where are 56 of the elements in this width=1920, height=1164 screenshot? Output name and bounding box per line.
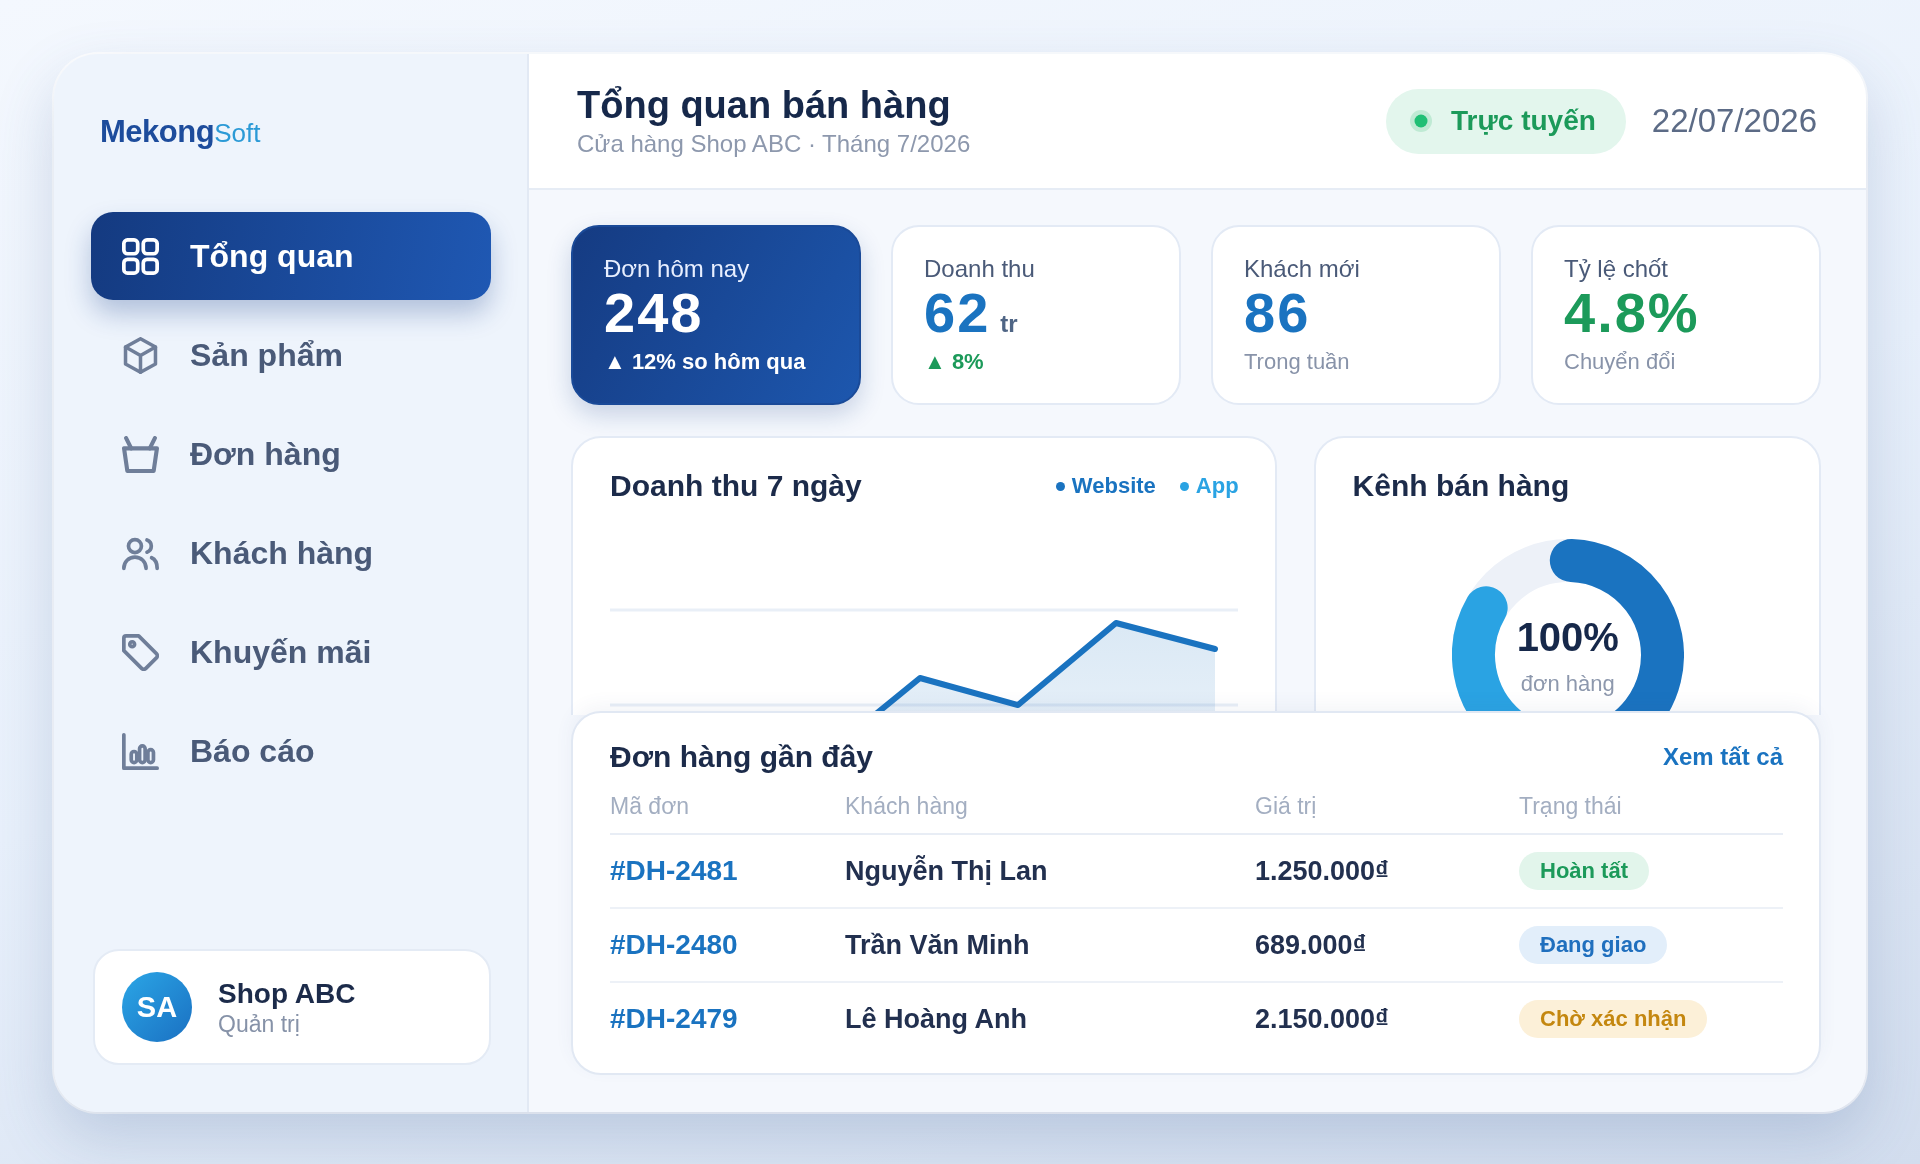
stat-label: Đơn hôm nay: [604, 255, 750, 283]
stat-value: 248: [604, 284, 704, 342]
status-label: Trực tuyến: [1451, 105, 1596, 137]
stat-label: Khách mới: [1244, 255, 1360, 283]
column-header: Trạng thái: [1519, 793, 1622, 819]
table-cell: Trần Văn Minh: [845, 929, 1030, 960]
order-link[interactable]: #DH-2481: [610, 855, 738, 886]
stat-unit: tr: [1000, 310, 1018, 338]
column-header: Khách hàng: [845, 793, 968, 819]
profile-name: Shop ABC: [218, 976, 356, 1010]
column-header: Mã đơn: [610, 793, 689, 819]
brand-logo: MekongSoft: [100, 114, 261, 151]
grid-icon: [122, 237, 159, 275]
bar-chart-icon: [122, 732, 159, 770]
stat-note: Chuyển đổi: [1564, 349, 1676, 375]
status-badge: Hoàn tất: [1519, 852, 1649, 890]
chart-title: Doanh thu 7 ngày: [610, 469, 862, 503]
date-label: 22/07/2026: [1651, 102, 1817, 140]
stat-note: Trong tuần: [1244, 349, 1350, 375]
table-cell: Nguyễn Thị Lan: [845, 855, 1048, 886]
page-title: Tổng quan bán hàng: [577, 83, 951, 127]
profile-role: Quản trị: [218, 1009, 300, 1038]
table-cell: 2.150.000₫: [1255, 1003, 1389, 1034]
stat-label: Doanh thu: [924, 255, 1035, 283]
avatar: SA: [122, 972, 192, 1042]
nav-item[interactable]: Tổng quan: [91, 212, 491, 300]
order-link[interactable]: #DH-2479: [610, 1003, 738, 1034]
donut-value: 100%: [1516, 613, 1619, 660]
legend-label: Website: [1071, 473, 1156, 499]
tag-icon: [122, 633, 159, 671]
donut-label: đơn hàng: [1520, 670, 1615, 697]
table-cell: 1.250.000₫: [1255, 855, 1389, 886]
nav-item[interactable]: Khuyến mãi: [91, 608, 491, 696]
order-link[interactable]: #DH-2480: [610, 929, 738, 960]
legend-label: App: [1195, 473, 1239, 499]
stat-note: ▲ 12% so hôm qua: [604, 349, 806, 375]
chart-title: Kênh bán hàng: [1352, 469, 1570, 503]
page-subtitle: Cửa hàng Shop ABC · Tháng 7/2026: [577, 129, 971, 159]
stat-label: Tỷ lệ chốt: [1564, 255, 1669, 283]
stat-value: 4.8%: [1564, 284, 1700, 342]
basket-icon: [122, 435, 159, 473]
nav-item[interactable]: Sản phẩm: [91, 311, 491, 399]
stat-value: 86: [1244, 284, 1311, 342]
nav-item[interactable]: Đơn hàng: [91, 410, 491, 498]
cube-icon: [122, 336, 159, 374]
table-cell: 689.000₫: [1255, 929, 1367, 960]
status-badge: Chờ xác nhận: [1519, 1000, 1708, 1038]
status-badge: Đang giao: [1519, 926, 1668, 964]
view-all-link[interactable]: Xem tất cả: [1662, 743, 1783, 771]
section-title: Đơn hàng gần đây: [610, 740, 873, 774]
stat-note: ▲ 8%: [924, 349, 984, 375]
nav-item[interactable]: Khách hàng: [91, 509, 491, 597]
nav-item[interactable]: Báo cáo: [91, 707, 491, 795]
stat-value: 62: [924, 284, 991, 342]
table-cell: Lê Hoàng Anh: [845, 1003, 1027, 1034]
column-header: Giá trị: [1255, 793, 1317, 819]
